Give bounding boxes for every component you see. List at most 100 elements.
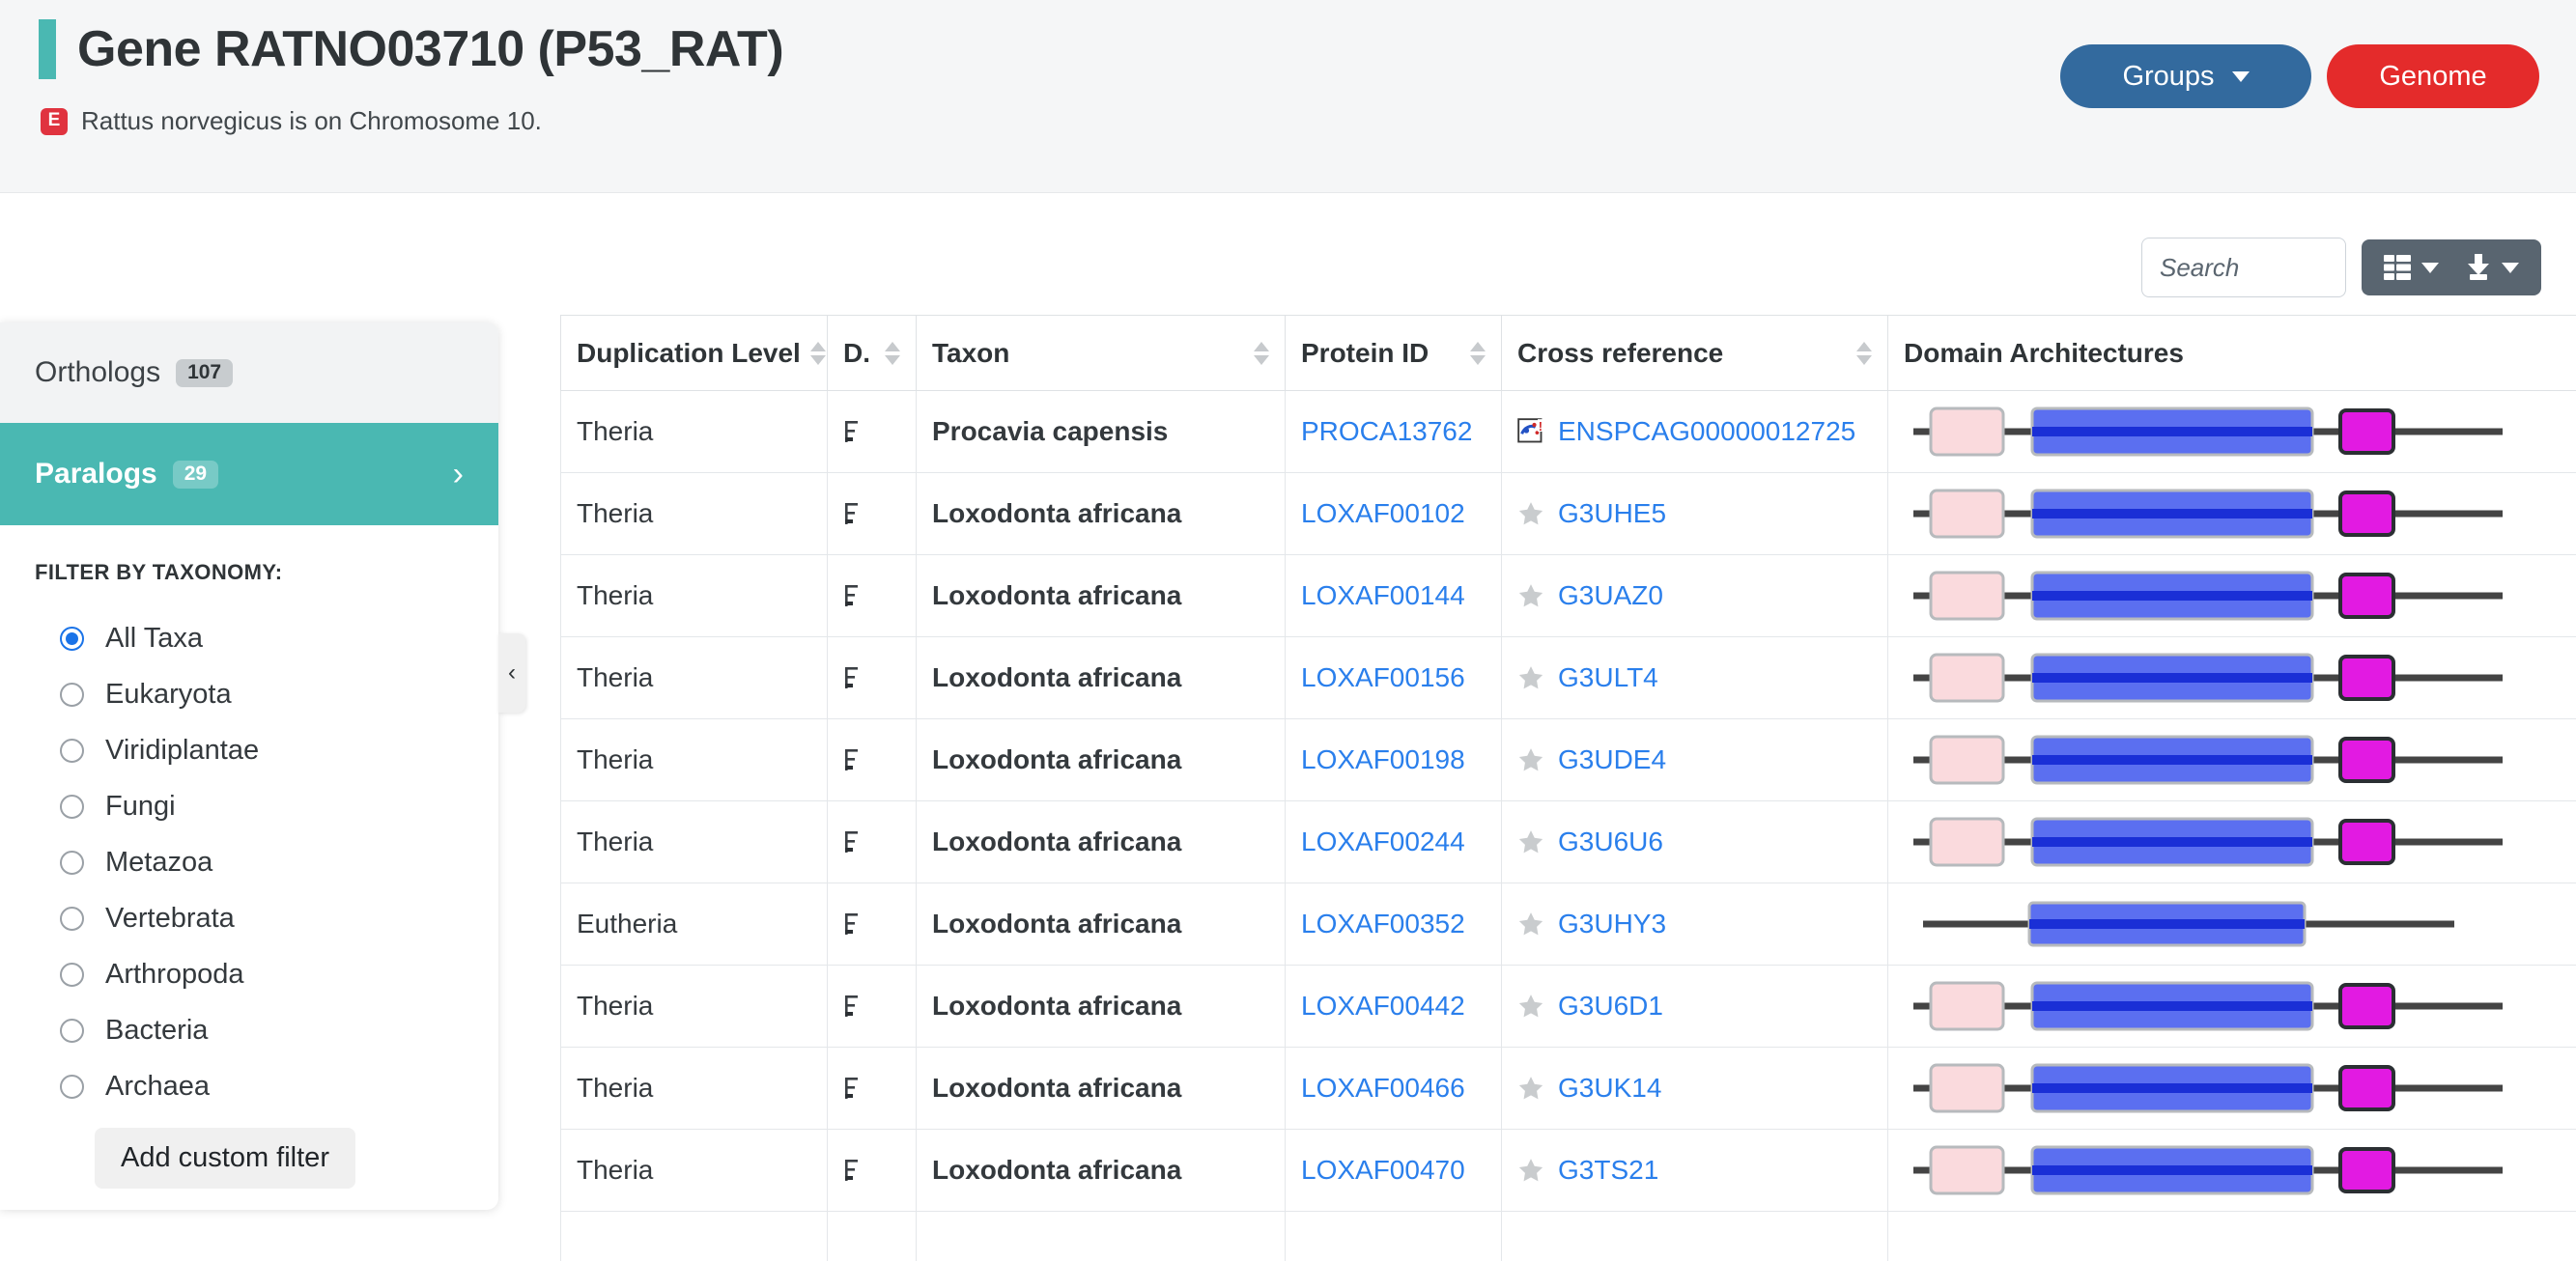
cell-protein-id: LOXAF00442 [1286, 966, 1502, 1048]
sidebar-tab-orthologs-count: 107 [176, 359, 233, 387]
cell-domain-architecture[interactable] [1888, 473, 2576, 555]
column-header-d[interactable]: D. [828, 316, 917, 391]
column-header-label: Cross reference [1517, 338, 1723, 369]
taxonomy-option-fungi[interactable]: Fungi [35, 778, 498, 834]
duplication-icon [843, 1074, 861, 1103]
taxonomy-option-archaea[interactable]: Archaea [35, 1058, 498, 1114]
cell-protein-id: LOXAF00156 [1286, 637, 1502, 719]
protein-id-link[interactable]: LOXAF00198 [1301, 744, 1465, 774]
cross-reference-link[interactable]: G3ULT4 [1558, 662, 1658, 693]
cross-reference-link[interactable]: G3UAZ0 [1558, 580, 1663, 611]
protein-id-link[interactable]: LOXAF00156 [1301, 662, 1465, 692]
cross-reference-link[interactable]: ENSPCAG00000012725 [1558, 416, 1855, 447]
taxonomy-option-all-taxa[interactable]: All Taxa [35, 610, 498, 666]
cell-domain-architecture[interactable] [1888, 966, 2576, 1048]
cell-protein-id: LOXAF00198 [1286, 719, 1502, 801]
add-custom-filter-button[interactable]: Add custom filter [95, 1128, 355, 1189]
cell-duplication-level: Theria [561, 1130, 828, 1212]
protein-id-link[interactable]: LOXAF00144 [1301, 580, 1465, 610]
cell-domain-architecture[interactable] [1888, 391, 2576, 473]
table-row[interactable]: Theria Loxodonta africana LOXAF00244 G3U6U6 [561, 801, 2576, 883]
domain-architecture-diagram [1904, 485, 2570, 543]
table-row[interactable]: Theria Loxodonta africana LOXAF00470 G3TS21 [561, 1130, 2576, 1212]
protein-id-link[interactable]: LOXAF00244 [1301, 827, 1465, 856]
groups-button[interactable]: Groups [2060, 44, 2311, 108]
protein-id-link[interactable]: LOXAF00352 [1301, 909, 1465, 939]
table-row[interactable]: Theria Loxodonta africana LOXAF00156 G3ULT4 [561, 637, 2576, 719]
column-header-domain-architectures: Domain Architectures [1888, 316, 2576, 391]
column-header-label: D. [843, 338, 870, 369]
genome-button[interactable]: Genome [2327, 44, 2539, 108]
column-header-taxon[interactable]: Taxon [917, 316, 1286, 391]
cell-protein-id: LOXAF00144 [1286, 555, 1502, 637]
table-row[interactable]: TheriaLoxodonta africanaLOXAF00144G3UAZ0 [561, 555, 2576, 637]
column-header-label: Taxon [932, 338, 1009, 369]
domain-architecture-diagram [1904, 813, 2570, 871]
cell-domain-architecture[interactable] [1888, 1048, 2576, 1130]
taxonomy-option-eukaryota[interactable]: Eukaryota [35, 666, 498, 722]
domain-architecture-diagram [1904, 895, 2570, 953]
cell-cross-reference: G3UHY3 [1502, 883, 1888, 966]
column-header-duplication-level[interactable]: Duplication Level [561, 316, 828, 391]
ensembl-icon: ! [1517, 418, 1544, 445]
cell-taxon: Loxodonta africana [917, 1130, 1286, 1212]
cross-reference-link[interactable]: G3U6U6 [1558, 827, 1663, 857]
table-row[interactable]: TheriaLoxodonta africanaLOXAF00198G3UDE4 [561, 719, 2576, 801]
cross-reference-wrapper: G3ULT4 [1517, 662, 1872, 693]
cell-domain-architecture[interactable] [1888, 719, 2576, 801]
protein-id-link[interactable]: LOXAF00466 [1301, 1073, 1465, 1103]
cross-reference-link[interactable]: G3UHY3 [1558, 909, 1666, 939]
cell-domain-architecture[interactable] [1888, 801, 2576, 883]
duplication-icon [843, 581, 861, 610]
results-table: Duplication Level D. Taxon [560, 315, 2576, 1261]
results-table-body: TheriaProcavia capensisPROCA13762!ENSPCA… [561, 391, 2576, 1261]
protein-id-link[interactable]: LOXAF00470 [1301, 1155, 1465, 1185]
duplication-icon [843, 992, 861, 1021]
protein-id-link[interactable]: LOXAF00442 [1301, 991, 1465, 1021]
chevron-right-icon: › [453, 458, 464, 490]
column-header-cross-reference[interactable]: Cross reference [1502, 316, 1888, 391]
sidebar: Orthologs 107 Paralogs 29 › FILTER BY TA… [0, 322, 498, 1210]
cell-domain-architecture[interactable] [1888, 883, 2576, 966]
taxonomy-option-label: Viridiplantae [105, 735, 259, 767]
cell-cross-reference: G3U6D1 [1502, 966, 1888, 1048]
cell-duplication-marker [828, 555, 917, 637]
cross-reference-link[interactable]: G3UHE5 [1558, 498, 1666, 529]
table-row[interactable]: TheriaLoxodonta africanaLOXAF00102G3UHE5 [561, 473, 2576, 555]
table-row[interactable]: TheriaLoxodonta africanaLOXAF00466G3UK14 [561, 1048, 2576, 1130]
taxonomy-option-metazoa[interactable]: Metazoa [35, 834, 498, 890]
cell-duplication-level: Theria [561, 637, 828, 719]
cell-protein-id [1286, 1212, 1502, 1261]
taxonomy-option-arthropoda[interactable]: Arthropoda [35, 946, 498, 1002]
cell-domain-architecture[interactable] [1888, 1130, 2576, 1212]
cell-taxon: Loxodonta africana [917, 801, 1286, 883]
taxonomy-option-vertebrata[interactable]: Vertebrata [35, 890, 498, 946]
sort-arrows-icon [810, 342, 826, 365]
table-row[interactable] [561, 1212, 2576, 1261]
cell-taxon: Loxodonta africana [917, 637, 1286, 719]
taxonomy-option-viridiplantae[interactable]: Viridiplantae [35, 722, 498, 778]
table-row[interactable]: EutheriaLoxodonta africanaLOXAF00352G3UH… [561, 883, 2576, 966]
cell-domain-architecture[interactable] [1888, 1212, 2576, 1261]
svg-text:!: ! [1539, 419, 1543, 434]
sidebar-collapse-handle[interactable]: ‹ [498, 633, 525, 713]
cell-domain-architecture[interactable] [1888, 637, 2576, 719]
cross-reference-link[interactable]: G3UDE4 [1558, 744, 1666, 775]
protein-id-link[interactable]: LOXAF00102 [1301, 498, 1465, 528]
cell-taxon: Loxodonta africana [917, 555, 1286, 637]
column-header-protein-id[interactable]: Protein ID [1286, 316, 1502, 391]
protein-id-link[interactable]: PROCA13762 [1301, 416, 1472, 446]
taxonomy-option-bacteria[interactable]: Bacteria [35, 1002, 498, 1058]
cell-duplication-level: Theria [561, 801, 828, 883]
cross-reference-link[interactable]: G3UK14 [1558, 1073, 1661, 1104]
cross-reference-link[interactable]: G3TS21 [1558, 1155, 1658, 1186]
groups-button-label: Groups [2122, 61, 2214, 93]
sidebar-tab-paralogs[interactable]: Paralogs 29 › [0, 423, 498, 525]
cell-domain-architecture[interactable] [1888, 555, 2576, 637]
taxonomy-option-label: Vertebrata [105, 903, 235, 935]
table-row[interactable]: TheriaProcavia capensisPROCA13762!ENSPCA… [561, 391, 2576, 473]
sidebar-tab-orthologs[interactable]: Orthologs 107 [0, 322, 498, 423]
cell-cross-reference: G3UHE5 [1502, 473, 1888, 555]
cross-reference-link[interactable]: G3U6D1 [1558, 991, 1663, 1022]
table-row[interactable]: TheriaLoxodonta africanaLOXAF00442G3U6D1 [561, 966, 2576, 1048]
